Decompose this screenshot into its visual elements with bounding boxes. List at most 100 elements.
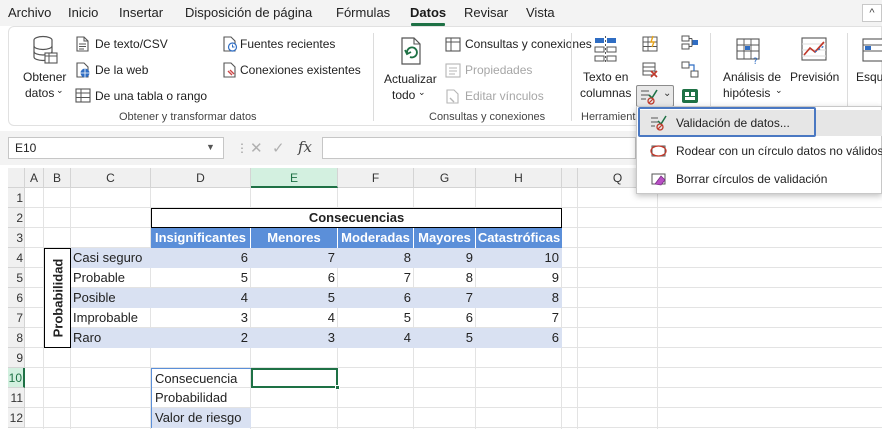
row-label-cell[interactable]: Raro [71, 328, 151, 348]
row-header-4[interactable]: 4 [8, 248, 25, 268]
flash-fill-icon[interactable] [641, 35, 659, 53]
consolidate-icon[interactable] [681, 35, 699, 51]
col-header-c[interactable]: C [71, 168, 151, 188]
table-title[interactable]: Consecuencias [151, 208, 562, 228]
col-header-b[interactable]: B [44, 168, 71, 188]
chevron-down-icon[interactable]: ▼ [206, 142, 215, 152]
selected-cell-e10[interactable] [251, 368, 338, 388]
table-cell[interactable]: 8 [338, 248, 414, 268]
table-cell[interactable]: 3 [251, 328, 338, 348]
get-data-label-1: Obtener [23, 70, 67, 84]
table-cell[interactable]: 7 [251, 248, 338, 268]
col-header-d[interactable]: D [151, 168, 251, 188]
row-header-2[interactable]: 2 [8, 208, 25, 228]
table-cell[interactable]: 6 [476, 328, 562, 348]
table-cell[interactable]: 8 [414, 268, 476, 288]
col-header-f[interactable]: F [338, 168, 414, 188]
collapse-ribbon-button[interactable]: ^ [862, 4, 882, 22]
row-header-10[interactable]: 10 [8, 368, 25, 388]
menu-formulas[interactable]: Fórmulas [336, 5, 390, 20]
relationships-icon[interactable] [681, 61, 699, 79]
menu-datos[interactable]: Datos [410, 5, 446, 20]
table-header-cell[interactable]: Moderadas [338, 228, 414, 248]
circle-invalid-icon [650, 145, 667, 157]
table-header-cell[interactable]: Mayores [414, 228, 476, 248]
data-model-icon[interactable] [681, 87, 699, 105]
table-cell[interactable]: 9 [414, 248, 476, 268]
consequence-label-cell[interactable]: Consecuencia [151, 368, 251, 389]
table-cell[interactable]: 3 [151, 308, 251, 328]
table-cell[interactable]: 7 [414, 288, 476, 308]
row-header-9[interactable]: 9 [8, 348, 25, 368]
table-cell[interactable]: 10 [476, 248, 562, 268]
group-label-queries: Consultas y conexiones [429, 111, 546, 123]
existing-connections-label: Conexiones existentes [240, 63, 361, 77]
row-header-12[interactable]: 12 [8, 408, 25, 428]
row-header-8[interactable]: 8 [8, 328, 25, 348]
table-cell[interactable]: 6 [151, 248, 251, 268]
refresh-label-2: todo [392, 88, 416, 102]
row-header-11[interactable]: 11 [8, 388, 25, 408]
menu-item-label: Rodear con un círculo datos no válidos [676, 144, 882, 158]
table-cell[interactable]: 6 [338, 288, 414, 308]
row-label-cell[interactable]: Probable [71, 268, 151, 288]
col-header-a[interactable]: A [25, 168, 44, 188]
row-header-6[interactable]: 6 [8, 288, 25, 308]
menu-item-circle-invalid[interactable]: Rodear con un círculo datos no válidos [638, 138, 882, 164]
group-label-get-transform: Obtener y transformar datos [119, 111, 257, 123]
data-validation-button[interactable]: ⌄ [636, 85, 674, 107]
risk-label-cell[interactable]: Valor de riesgo [151, 408, 251, 428]
queries-connections-label: Consultas y conexiones [465, 37, 592, 51]
insert-function-button[interactable]: fx [298, 138, 312, 156]
check-icon[interactable]: ✓ [272, 139, 285, 157]
row-header-5[interactable]: 5 [8, 268, 25, 288]
what-if-icon: ? [736, 38, 760, 65]
probability-label-cell[interactable]: Probabilidad [151, 388, 251, 408]
table-header-cell[interactable]: Insignificantes [151, 228, 251, 248]
outline-icon [862, 38, 882, 62]
table-cell[interactable]: 6 [251, 268, 338, 288]
col-header-g[interactable]: G [414, 168, 476, 188]
table-cell[interactable]: 4 [251, 308, 338, 328]
row-header-7[interactable]: 7 [8, 308, 25, 328]
menu-insertar[interactable]: Insertar [119, 5, 163, 20]
cancel-icon[interactable]: ✕ [250, 139, 263, 157]
table-cell[interactable]: 9 [476, 268, 562, 288]
table-cell[interactable]: 6 [414, 308, 476, 328]
select-all-corner[interactable] [8, 168, 25, 188]
row-label-cell[interactable]: Casi seguro [71, 248, 151, 268]
remove-duplicates-icon[interactable] [641, 61, 659, 79]
properties-label: Propiedades [465, 63, 533, 77]
table-header-cell[interactable]: Menores [251, 228, 338, 248]
menu-item-clear-circles[interactable]: Borrar círculos de validación [638, 166, 882, 192]
table-cell[interactable]: 4 [151, 288, 251, 308]
menu-revisar[interactable]: Revisar [464, 5, 508, 20]
table-cell[interactable]: 7 [338, 268, 414, 288]
row-header-1[interactable]: 1 [8, 188, 25, 208]
row-label-cell[interactable]: Posible [71, 288, 151, 308]
table-cell[interactable]: 7 [476, 308, 562, 328]
fill-handle[interactable] [335, 385, 340, 390]
col-header-h[interactable]: H [476, 168, 562, 188]
table-cell[interactable]: 8 [476, 288, 562, 308]
col-header-hidden[interactable] [562, 168, 578, 188]
formula-input[interactable] [322, 137, 636, 159]
table-cell[interactable]: 5 [414, 328, 476, 348]
col-header-e[interactable]: E [251, 168, 338, 188]
name-box[interactable]: E10 [8, 137, 224, 159]
row-label-cell[interactable]: Improbable [71, 308, 151, 328]
menu-archivo[interactable]: Archivo [8, 5, 51, 20]
row-header-3[interactable]: 3 [8, 228, 25, 248]
table-cell[interactable]: 5 [151, 268, 251, 288]
table-cell[interactable]: 5 [338, 308, 414, 328]
probability-axis-label[interactable]: Probabilidad [44, 248, 71, 348]
menu-inicio[interactable]: Inicio [68, 5, 98, 20]
menu-vista[interactable]: Vista [526, 5, 555, 20]
table-cell[interactable]: 4 [338, 328, 414, 348]
refresh-icon [401, 37, 421, 65]
menu-disposicion[interactable]: Disposición de página [185, 5, 312, 20]
table-cell[interactable]: 2 [151, 328, 251, 348]
table-header-cell[interactable]: Catastróficas [476, 228, 562, 248]
recent-sources-icon [223, 36, 238, 52]
table-cell[interactable]: 5 [251, 288, 338, 308]
